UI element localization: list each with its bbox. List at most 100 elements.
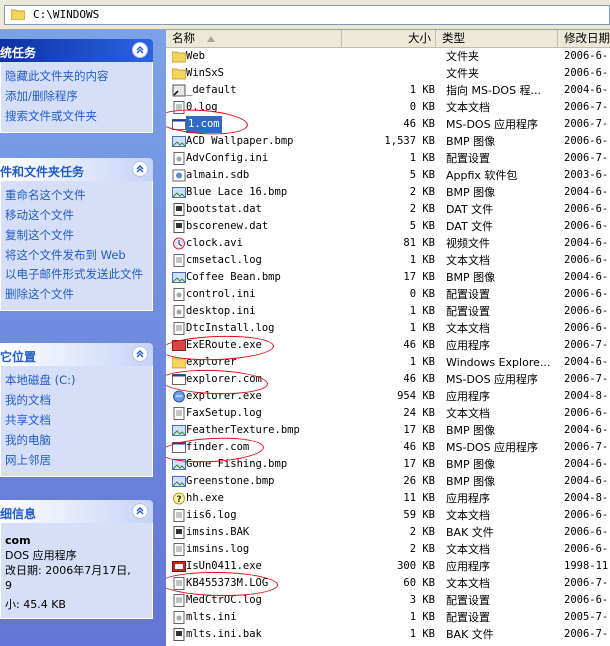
file-row[interactable]: ACD Wallpaper.bmp 1,537 KB BMP 图像 2006-6- bbox=[166, 133, 610, 150]
collapse-chevron-icon[interactable] bbox=[132, 346, 148, 362]
file-row[interactable]: ExERoute.exe 46 KB 应用程序 2006-7- bbox=[166, 337, 610, 354]
file-row[interactable]: bootstat.dat 2 KB DAT 文件 2006-6- bbox=[166, 201, 610, 218]
text-file-icon bbox=[173, 101, 185, 114]
detail-time: 9 bbox=[5, 579, 12, 592]
file-row[interactable]: Web 文件夹 2006-6- bbox=[166, 48, 610, 65]
svg-text:?: ? bbox=[177, 495, 182, 505]
file-date: 2006-6- bbox=[564, 254, 609, 266]
file-date: 2004-6- bbox=[564, 271, 609, 283]
file-row[interactable]: desktop.ini 1 KB 配置设置 2006-6- bbox=[166, 303, 610, 320]
file-size: 46 KB bbox=[403, 373, 435, 385]
file-name: Greenstone.bmp bbox=[186, 475, 275, 487]
file-row[interactable]: FeatherTexture.bmp 17 KB BMP 图像 2004-6- bbox=[166, 422, 610, 439]
task-move-file[interactable]: 移动这个文件 bbox=[5, 205, 152, 225]
collapse-chevron-icon[interactable] bbox=[132, 503, 148, 519]
file-date: 2004-8- bbox=[564, 492, 609, 504]
address-field[interactable]: C:\WINDOWS bbox=[4, 5, 610, 25]
file-row[interactable]: explorer.exe 954 KB 应用程序 2004-8- bbox=[166, 388, 610, 405]
file-row[interactable]: DtcInstall.log 1 KB 文本文档 2006-6- bbox=[166, 320, 610, 337]
task-delete-file[interactable]: 删除这个文件 bbox=[5, 284, 152, 304]
place-network[interactable]: 网上邻居 bbox=[5, 450, 152, 470]
task-add-remove-programs[interactable]: 添加/删除程序 bbox=[5, 86, 152, 106]
file-tasks-header[interactable]: 件和文件夹任务 bbox=[0, 158, 153, 181]
column-date[interactable]: 修改日期 bbox=[558, 30, 610, 47]
file-row[interactable]: Coffee Bean.bmp 17 KB BMP 图像 2004-6- bbox=[166, 269, 610, 286]
image-file-icon bbox=[172, 272, 186, 283]
details-body: com DOS 应用程序 改日期: 2006年7月17日, 9 小: 45.4 … bbox=[0, 523, 153, 619]
task-search-files[interactable]: 搜索文件或文件夹 bbox=[5, 106, 152, 126]
place-shared-documents[interactable]: 共享文档 bbox=[5, 410, 152, 430]
sdb-file-icon bbox=[172, 169, 186, 182]
explorer-file-icon bbox=[173, 390, 185, 403]
place-my-computer[interactable]: 我的电脑 bbox=[5, 430, 152, 450]
column-type[interactable]: 类型 bbox=[436, 30, 558, 47]
file-name: DtcInstall.log bbox=[186, 322, 275, 334]
file-type: 文本文档 bbox=[446, 101, 490, 114]
file-row[interactable]: iis6.log 59 KB 文本文档 2006-6- bbox=[166, 507, 610, 524]
file-row[interactable]: _default 1 KB 指向 MS-DOS 程... 2004-6- bbox=[166, 82, 610, 99]
file-row[interactable]: Greenstone.bmp 26 KB BMP 图像 2004-6- bbox=[166, 473, 610, 490]
task-email-file[interactable]: 以电子邮件形式发送此文件 bbox=[5, 268, 152, 281]
file-date: 2006-6- bbox=[564, 594, 609, 606]
file-row[interactable]: ? hh.exe 11 KB 应用程序 2004-8- bbox=[166, 490, 610, 507]
file-row[interactable]: bscorenew.dat 5 KB DAT 文件 2006-6- bbox=[166, 218, 610, 235]
system-tasks-header[interactable]: 统任务 bbox=[0, 39, 153, 62]
file-size: 1 KB bbox=[409, 305, 435, 317]
file-row[interactable]: explorer.com 46 KB MS-DOS 应用程序 2006-7- bbox=[166, 371, 610, 388]
file-type: BMP 图像 bbox=[446, 135, 496, 148]
text-file-icon bbox=[173, 509, 185, 522]
file-date: 2006-7- bbox=[564, 339, 609, 351]
file-row[interactable]: Gone Fishing.bmp 17 KB BMP 图像 2004-6- bbox=[166, 456, 610, 473]
task-copy-file[interactable]: 复制这个文件 bbox=[5, 225, 152, 245]
file-row[interactable]: cmsetacl.log 1 KB 文本文档 2006-6- bbox=[166, 252, 610, 269]
details-panel: 细信息 com DOS 应用程序 改日期: 2006年7月17日, 9 小: 4… bbox=[0, 500, 153, 619]
task-publish-web[interactable]: 将这个文件发布到 Web bbox=[5, 245, 152, 265]
file-row[interactable]: 0.log 0 KB 文本文档 2006-7- bbox=[166, 99, 610, 116]
place-local-disk[interactable]: 本地磁盘 (C:) bbox=[5, 370, 152, 390]
file-row[interactable]: imsins.log 2 KB 文本文档 2006-6- bbox=[166, 541, 610, 558]
file-row[interactable]: almain.sdb 5 KB Appfix 软件包 2003-6- bbox=[166, 167, 610, 184]
collapse-chevron-icon[interactable] bbox=[132, 161, 148, 177]
text-file-icon bbox=[173, 594, 185, 607]
file-row[interactable]: mlts.ini.bak 1 KB BAK 文件 2006-7- bbox=[166, 626, 610, 643]
file-row[interactable]: AdvConfig.ini 1 KB 配置设置 2006-7- bbox=[166, 150, 610, 167]
file-row[interactable]: mlts.ini 1 KB 配置设置 2005-7- bbox=[166, 609, 610, 626]
file-type: 应用程序 bbox=[446, 492, 490, 505]
folder-icon bbox=[11, 9, 25, 20]
system-tasks-panel: 统任务 隐藏此文件夹的内容 添加/删除程序 搜索文件或文件夹 bbox=[0, 39, 153, 133]
file-row[interactable]: Blue Lace 16.bmp 2 KB BMP 图像 2004-6- bbox=[166, 184, 610, 201]
file-row[interactable]: IsUn0411.exe 300 KB 应用程序 1998-11- bbox=[166, 558, 610, 575]
other-places-header[interactable]: 它位置 bbox=[0, 343, 153, 366]
file-row[interactable]: MedCtrOC.log 3 KB 配置设置 2006-6- bbox=[166, 592, 610, 609]
sort-ascending-icon bbox=[206, 36, 215, 42]
file-row[interactable]: finder.com 46 KB MS-DOS 应用程序 2006-7- bbox=[166, 439, 610, 456]
image-file-icon bbox=[172, 425, 186, 436]
dos-file-icon bbox=[172, 119, 186, 130]
text-file-icon bbox=[173, 577, 185, 590]
file-row[interactable]: clock.avi 81 KB 视频文件 2004-6- bbox=[166, 235, 610, 252]
task-hide-folder[interactable]: 隐藏此文件夹的内容 bbox=[5, 66, 152, 86]
file-name: cmsetacl.log bbox=[186, 254, 262, 266]
other-places-panel: 它位置 本地磁盘 (C:) 我的文档 共享文档 我的电脑 网上邻居 bbox=[0, 343, 153, 477]
column-size[interactable]: 大小 bbox=[342, 30, 436, 47]
file-row[interactable]: imsins.BAK 2 KB BAK 文件 2006-6- bbox=[166, 524, 610, 541]
details-header[interactable]: 细信息 bbox=[0, 500, 153, 523]
text-file-icon bbox=[173, 322, 185, 335]
file-row[interactable]: KB455373M.LOG 60 KB 文本文档 2006-7- bbox=[166, 575, 610, 592]
file-row[interactable]: FaxSetup.log 24 KB 文本文档 2006-6- bbox=[166, 405, 610, 422]
place-my-documents[interactable]: 我的文档 bbox=[5, 390, 152, 410]
file-row[interactable]: 1.com 46 KB MS-DOS 应用程序 2006-7- bbox=[166, 116, 610, 133]
file-row[interactable]: explorer 1 KB Windows Explore... 2004-6- bbox=[166, 354, 610, 371]
column-name[interactable]: 名称 bbox=[166, 30, 342, 47]
file-type: 文本文档 bbox=[446, 509, 490, 522]
file-name: bootstat.dat bbox=[186, 203, 262, 215]
collapse-chevron-icon[interactable] bbox=[132, 42, 148, 58]
file-row[interactable]: control.ini 0 KB 配置设置 2006-6- bbox=[166, 286, 610, 303]
dat-file-icon bbox=[173, 526, 185, 539]
file-size: 5 KB bbox=[409, 169, 435, 181]
file-date: 2004-6- bbox=[564, 475, 609, 487]
file-name: Gone Fishing.bmp bbox=[186, 458, 288, 470]
file-row[interactable]: WinSxS 文件夹 2006-6- bbox=[166, 65, 610, 82]
file-name: MedCtrOC.log bbox=[186, 594, 262, 606]
task-rename-file[interactable]: 重命名这个文件 bbox=[5, 185, 152, 205]
